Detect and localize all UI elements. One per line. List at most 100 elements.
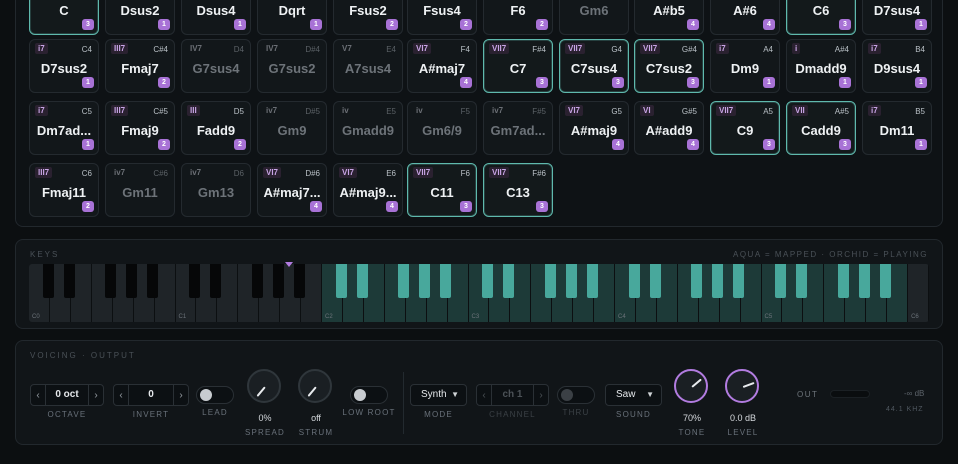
black-key[interactable] (503, 264, 515, 298)
chord-pad[interactable]: III D5 Fadd9 2 (181, 101, 251, 155)
chord-pad[interactable]: i7 C4 D7sus2 1 (29, 39, 99, 93)
black-key[interactable] (356, 264, 368, 298)
black-key[interactable] (293, 264, 305, 298)
channel-increment-button[interactable]: › (534, 390, 548, 401)
range-start-marker[interactable] (285, 262, 293, 267)
chord-name: Dm7ad... (36, 123, 92, 138)
spread-knob[interactable] (247, 369, 281, 403)
chord-pad[interactable]: iv F5 Gm6/9 (407, 101, 477, 155)
chord-pad[interactable]: VII A#5 Cadd9 3 (786, 101, 856, 155)
chord-pad[interactable]: i7 B5 Dm11 1 (862, 101, 932, 155)
chord-pad[interactable]: IV7 D#4 G7sus2 (257, 39, 327, 93)
chord-group-badge: 4 (763, 19, 775, 30)
chord-pad[interactable]: D7sus4 1 (862, 0, 932, 35)
chord-pad[interactable]: VII7 F#6 C13 3 (483, 163, 553, 217)
black-key[interactable] (858, 264, 870, 298)
low-root-toggle[interactable] (350, 386, 388, 404)
chord-pad[interactable]: VI G#5 A#add9 4 (634, 101, 704, 155)
chord-name: Dm9 (730, 61, 760, 76)
sound-label: SOUND (616, 410, 651, 419)
black-key[interactable] (586, 264, 598, 298)
chord-pad[interactable]: VII7 F#4 C7 3 (483, 39, 553, 93)
thru-toggle[interactable] (557, 386, 595, 404)
black-key[interactable] (335, 264, 347, 298)
black-key[interactable] (565, 264, 577, 298)
chord-pad[interactable]: i A#4 Dmadd9 1 (786, 39, 856, 93)
chord-pad[interactable]: Dsus4 1 (181, 0, 251, 35)
piano-keyboard[interactable]: C0 C1 C2 C3 C4 C5 C6 (29, 264, 929, 322)
chord-pad[interactable]: Fsus4 2 (407, 0, 477, 35)
black-key[interactable] (272, 264, 284, 298)
black-key[interactable] (210, 264, 222, 298)
spread-pointer (256, 386, 266, 397)
octave-marker-label: C3 (471, 314, 480, 320)
black-key[interactable] (63, 264, 75, 298)
chord-pad[interactable]: VII7 G#4 C7sus2 3 (634, 39, 704, 93)
black-key[interactable] (105, 264, 117, 298)
invert-decrement-button[interactable]: ‹ (114, 390, 128, 401)
chord-pad[interactable]: C6 3 (786, 0, 856, 35)
chord-pad[interactable]: A#b5 4 (634, 0, 704, 35)
black-key[interactable] (251, 264, 263, 298)
black-key[interactable] (419, 264, 431, 298)
invert-increment-button[interactable]: › (174, 390, 188, 401)
black-key[interactable] (126, 264, 138, 298)
black-key[interactable] (628, 264, 640, 298)
black-key[interactable] (775, 264, 787, 298)
tone-knob[interactable] (674, 369, 708, 403)
chord-pad[interactable]: i7 C5 Dm7ad... 1 (29, 101, 99, 155)
black-key[interactable] (147, 264, 159, 298)
level-knob[interactable] (725, 369, 759, 403)
chord-pad[interactable]: VII7 A5 C9 3 (710, 101, 780, 155)
chord-pad[interactable]: VII7 G4 C7sus4 3 (559, 39, 629, 93)
chord-pad[interactable]: C3 (29, 0, 99, 35)
chord-pad[interactable]: VII7 F6 C11 3 (407, 163, 477, 217)
chord-pad[interactable]: III7 C6 Fmaj11 2 (29, 163, 99, 217)
chord-pad[interactable]: iv7 C#6 Gm11 (105, 163, 175, 217)
black-key[interactable] (649, 264, 661, 298)
chord-pad[interactable]: Fsus2 2 (333, 0, 403, 35)
sound-select[interactable]: Saw ▼ (605, 384, 662, 406)
channel-decrement-button[interactable]: ‹ (477, 390, 491, 401)
strum-knob[interactable] (298, 369, 332, 403)
chord-pad[interactable]: VI7 G5 A#maj9 4 (559, 101, 629, 155)
black-key[interactable] (837, 264, 849, 298)
chord-pad[interactable]: IV7 D4 G7sus4 (181, 39, 251, 93)
chord-pad[interactable]: iv7 F#5 Gm7ad... (483, 101, 553, 155)
chord-pad[interactable]: i7 A4 Dm9 1 (710, 39, 780, 93)
black-key[interactable] (691, 264, 703, 298)
octave-increment-button[interactable]: › (89, 390, 103, 401)
mode-select[interactable]: Synth ▼ (410, 384, 467, 406)
chord-pad[interactable]: VI7 F4 A#maj7 4 (407, 39, 477, 93)
chord-pad[interactable]: III7 C#5 Fmaj9 2 (105, 101, 175, 155)
chord-pad[interactable]: iv E5 Gmadd9 (333, 101, 403, 155)
chord-group-badge: 3 (82, 19, 94, 30)
chord-pad[interactable]: Dqrt 1 (257, 0, 327, 35)
black-key[interactable] (482, 264, 494, 298)
chord-pad[interactable]: VI7 E6 A#maj9... 4 (333, 163, 403, 217)
black-key[interactable] (189, 264, 201, 298)
chord-pad[interactable]: iv7 D6 Gm13 (181, 163, 251, 217)
black-key[interactable] (544, 264, 556, 298)
chord-group-badge: 2 (386, 19, 398, 30)
black-key[interactable] (879, 264, 891, 298)
chord-pad[interactable]: V7 E4 A7sus4 (333, 39, 403, 93)
black-key[interactable] (733, 264, 745, 298)
chord-pad[interactable]: F6 2 (483, 0, 553, 35)
chord-group-badge: 4 (310, 201, 322, 212)
chord-pad[interactable]: iv7 D#5 Gm9 (257, 101, 327, 155)
black-key[interactable] (440, 264, 452, 298)
chord-pad[interactable]: Gm6 (559, 0, 629, 35)
black-key[interactable] (796, 264, 808, 298)
black-key[interactable] (42, 264, 54, 298)
black-key[interactable] (398, 264, 410, 298)
chord-pad[interactable]: A#6 4 (710, 0, 780, 35)
chord-pad[interactable]: i7 B4 D9sus4 1 (862, 39, 932, 93)
chord-pad[interactable]: VI7 D#6 A#maj7... 4 (257, 163, 327, 217)
black-key[interactable] (712, 264, 724, 298)
chord-group-badge: 3 (839, 19, 851, 30)
chord-pad[interactable]: III7 C#4 Fmaj7 2 (105, 39, 175, 93)
chord-pad[interactable]: Dsus2 1 (105, 0, 175, 35)
lead-toggle[interactable] (196, 386, 234, 404)
octave-decrement-button[interactable]: ‹ (31, 390, 45, 401)
